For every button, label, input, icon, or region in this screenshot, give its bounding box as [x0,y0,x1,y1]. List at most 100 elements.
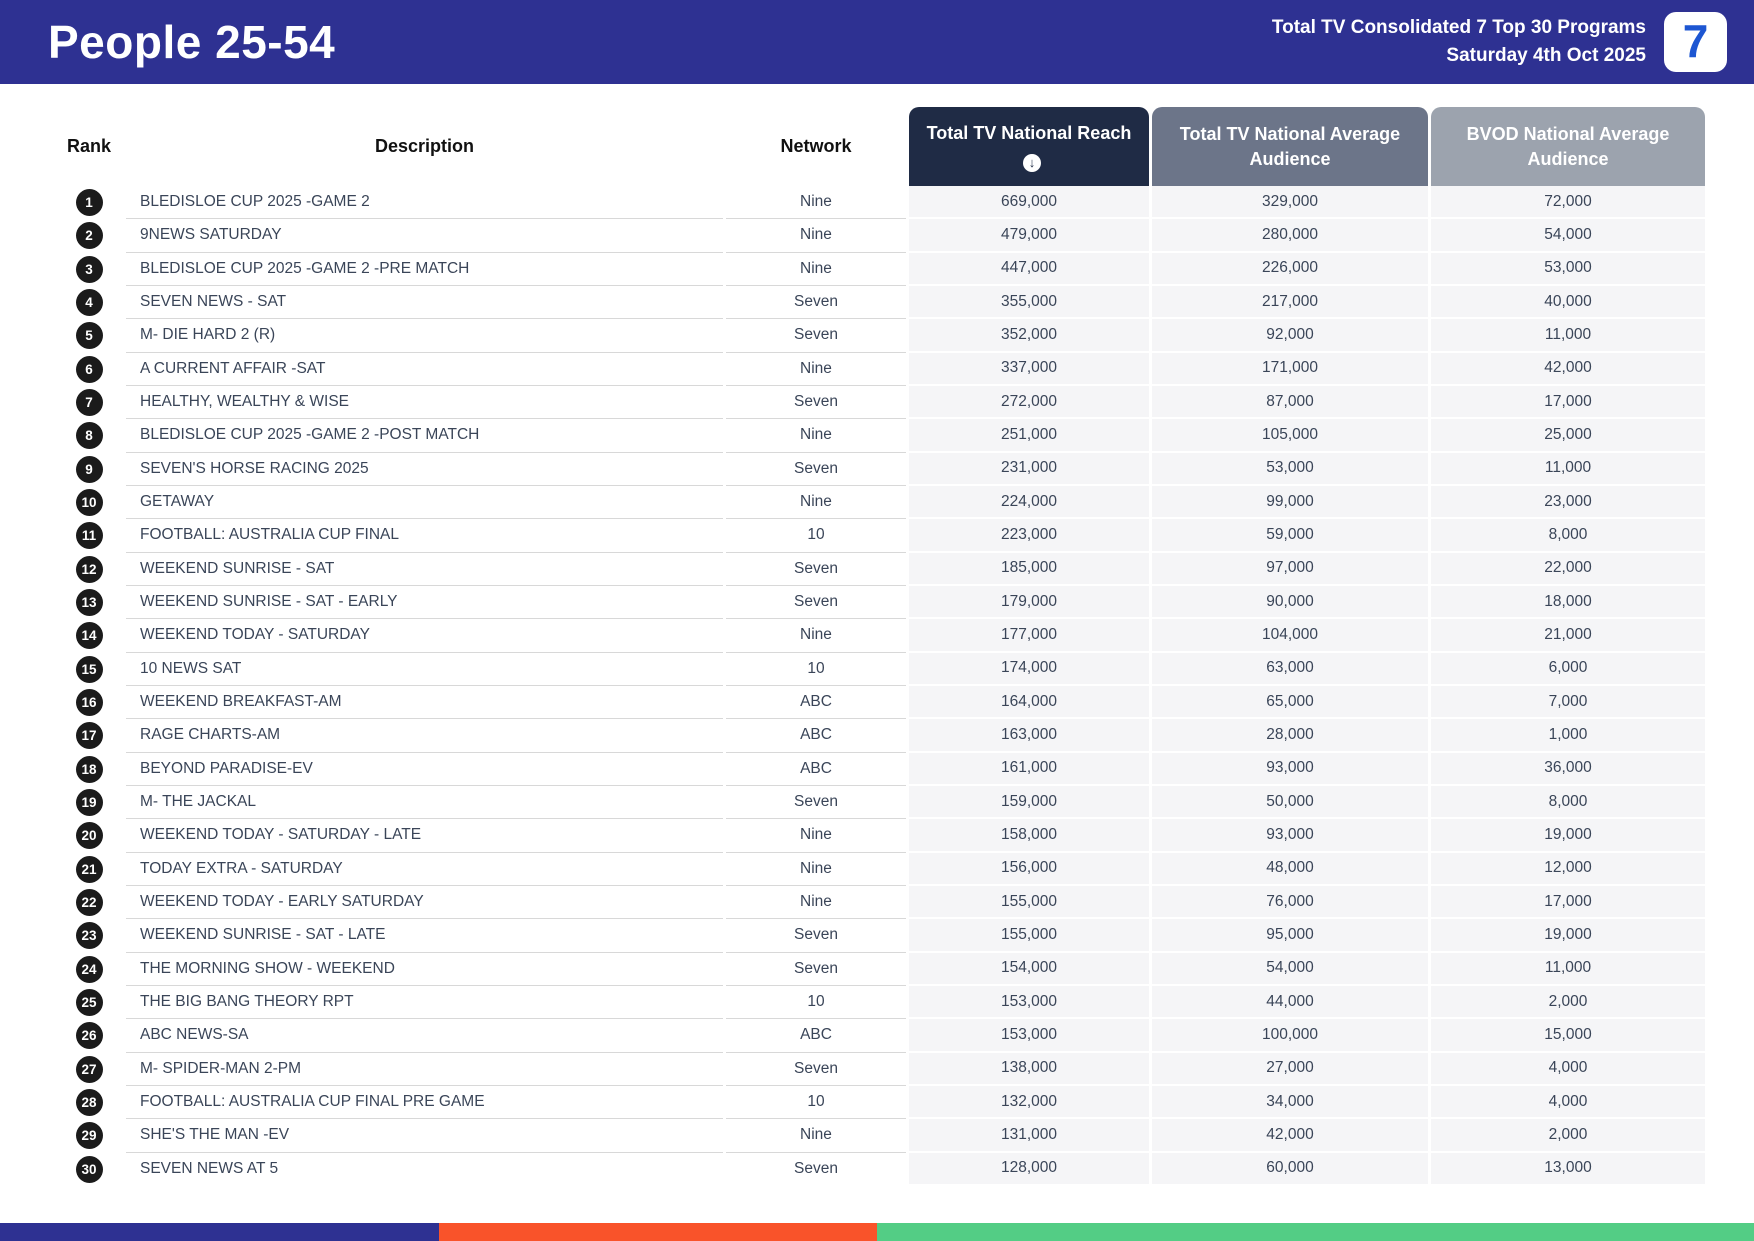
avg-audience-cell: 105,000 [1152,419,1428,453]
network-cell: Nine [726,853,906,886]
rank-badge: 5 [75,322,103,350]
rank-cell: 20 [55,819,123,852]
description-cell: ABC NEWS-SA [126,1019,723,1053]
reach-cell: 132,000 [909,1085,1149,1120]
reach-cell: 447,000 [909,252,1149,286]
description-cell: THE MORNING SHOW - WEEKEND [126,953,723,986]
reach-header-label: Total TV National Reach [926,123,1132,144]
table-row: 29 SHE'S THE MAN -EV Nine 131,000 42,000 2,00… [55,1119,1754,1153]
rank-badge: 30 [75,1155,103,1183]
table-row: 11 FOOTBALL: AUSTRALIA CUP FINAL 10 223,000… [55,519,1754,553]
avg-audience-cell: 44,000 [1152,985,1428,1020]
table-row: 24 THE MORNING SHOW - WEEKEND Seven 154,000… [55,952,1754,986]
network-cell: Seven [726,319,906,353]
description-cell: SEVEN'S HORSE RACING 2025 [126,453,723,486]
rank-badge: 9 [75,455,103,483]
bvod-audience-cell: 6,000 [1431,652,1705,686]
rank-cell: 6 [55,353,123,386]
rank-cell: 19 [55,786,123,819]
description-cell: FOOTBALL: AUSTRALIA CUP FINAL PRE GAME [126,1086,723,1120]
reach-cell: 153,000 [909,985,1149,1020]
avg-audience-cell: 87,000 [1152,385,1428,420]
network-cell: ABC [726,1019,906,1053]
network-cell: Seven [726,453,906,486]
column-header-total-tv-avg-audience: Total TV National Average Audience [1152,107,1428,186]
reach-cell: 224,000 [909,485,1149,520]
network-cell: Nine [726,419,906,453]
footer-stripe [0,1223,1754,1241]
rank-cell: 11 [55,519,123,552]
bvod-audience-cell: 40,000 [1431,285,1705,320]
rank-badge: 13 [75,589,103,617]
table-row: 26 ABC NEWS-SA ABC 153,000 100,000 15,000 [55,1019,1754,1053]
rank-badge: 2 [75,222,103,250]
table-row: 9 SEVEN'S HORSE RACING 2025 Seven 231,000 53… [55,452,1754,486]
stripe-segment-blue [0,1223,439,1241]
table-row: 1 BLEDISLOE CUP 2025 -GAME 2 Nine 669,000 32… [55,186,1754,220]
reach-cell: 154,000 [909,952,1149,986]
description-cell: M- SPIDER-MAN 2-PM [126,1053,723,1086]
bvod-audience-cell: 21,000 [1431,619,1705,653]
sort-descending-icon: ↓ [1023,153,1041,172]
rank-cell: 3 [55,253,123,286]
description-cell: M- THE JACKAL [126,786,723,820]
bvod-audience-cell: 7,000 [1431,685,1705,720]
rank-badge: 16 [75,689,103,717]
rank-badge: 21 [75,855,103,883]
bvod-audience-cell: 4,000 [1431,1052,1705,1086]
reach-cell: 131,000 [909,1119,1149,1153]
bvod-audience-cell: 25,000 [1431,419,1705,453]
avg-audience-cell: 65,000 [1152,685,1428,720]
description-cell: WEEKEND SUNRISE - SAT - EARLY [126,586,723,620]
reach-cell: 272,000 [909,385,1149,420]
bvod-audience-cell: 54,000 [1431,219,1705,253]
bvod-audience-cell: 72,000 [1431,186,1705,220]
avg-audience-cell: 100,000 [1152,1019,1428,1053]
rank-cell: 28 [55,1086,123,1119]
rank-badge: 12 [75,555,103,583]
reach-cell: 174,000 [909,652,1149,686]
stripe-segment-green [877,1223,1754,1241]
table-row: 28 FOOTBALL: AUSTRALIA CUP FINAL PRE GAME… [55,1085,1754,1120]
rank-cell: 24 [55,953,123,986]
bvod-audience-cell: 2,000 [1431,1119,1705,1153]
rank-badge: 19 [75,789,103,817]
bvod-audience-cell: 11,000 [1431,319,1705,353]
network-cell: Nine [726,486,906,520]
rank-cell: 7 [55,386,123,419]
rank-badge: 22 [75,889,103,917]
rank-cell: 27 [55,1053,123,1086]
bvod-audience-cell: 19,000 [1431,919,1705,953]
table-row: 27 M- SPIDER-MAN 2-PM Seven 138,000 27,000 4,… [55,1052,1754,1086]
table-row: 12 WEEKEND SUNRISE - SAT Seven 185,000 97,00… [55,552,1754,586]
network-cell: Nine [726,1119,906,1153]
network-cell: ABC [726,719,906,753]
rank-cell: 14 [55,619,123,652]
bvod-audience-cell: 8,000 [1431,519,1705,553]
rank-cell: 9 [55,453,123,486]
avg-audience-cell: 48,000 [1152,852,1428,886]
bvod-audience-cell: 11,000 [1431,452,1705,486]
rank-cell: 18 [55,753,123,786]
table-row: 22 WEEKEND TODAY - EARLY SATURDAY Nine 155,… [55,885,1754,920]
rank-cell: 26 [55,1019,123,1052]
bvod-audience-cell: 1,000 [1431,719,1705,753]
network-cell: Seven [726,553,906,586]
column-header-total-tv-reach[interactable]: Total TV National Reach ↓ [909,107,1149,186]
table-row: 23 WEEKEND SUNRISE - SAT - LATE Seven 155,0… [55,919,1754,953]
description-cell: HEALTHY, WEALTHY & WISE [126,386,723,420]
table-row: 6 A CURRENT AFFAIR -SAT Nine 337,000 171,000… [55,352,1754,386]
description-cell: THE BIG BANG THEORY RPT [126,986,723,1020]
reach-cell: 164,000 [909,685,1149,720]
reach-cell: 138,000 [909,1052,1149,1086]
network-cell: Nine [726,253,906,286]
table-row: 19 M- THE JACKAL Seven 159,000 50,000 8,000 [55,785,1754,820]
avg-audience-cell: 42,000 [1152,1119,1428,1153]
avg-audience-cell: 217,000 [1152,285,1428,320]
rank-badge: 6 [75,355,103,383]
reach-cell: 352,000 [909,319,1149,353]
description-cell: A CURRENT AFFAIR -SAT [126,353,723,386]
reach-cell: 159,000 [909,785,1149,820]
rank-badge: 24 [75,955,103,983]
avg-audience-cell: 97,000 [1152,552,1428,586]
